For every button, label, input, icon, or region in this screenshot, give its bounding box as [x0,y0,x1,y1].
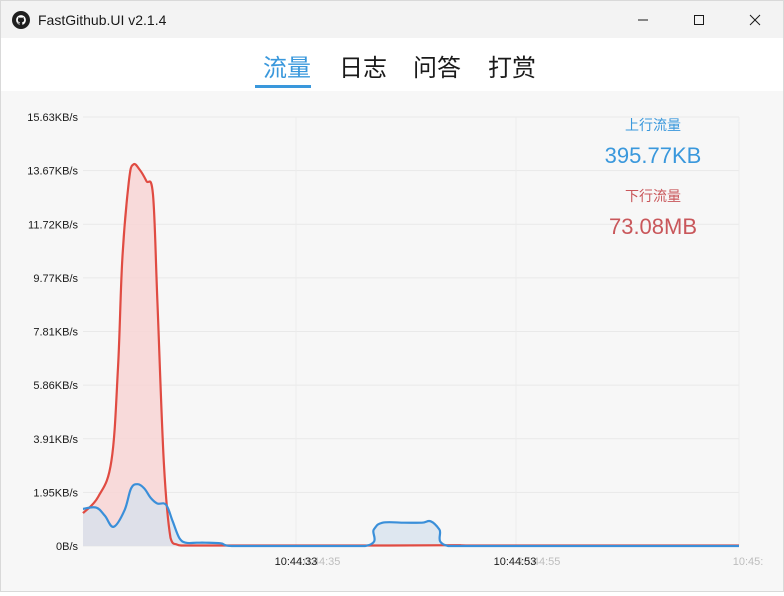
window-title: FastGithub.UI v2.1.4 [38,11,167,28]
y-tick-label: 15.63KB/s [27,112,78,124]
minimize-icon [638,19,648,20]
github-logo-icon [12,10,30,29]
close-icon [749,14,761,25]
x-tick-label-faint: 10:45: [733,556,764,568]
y-tick-label: 11.72KB/s [28,219,78,231]
upload-traffic-value: 395.77KB [605,143,702,168]
y-tick-label: 3.91KB/s [33,434,78,446]
x-tick-label: 10:44:53 [494,556,537,568]
y-tick-label: 9.77KB/s [33,273,78,285]
minimize-button[interactable] [615,1,671,38]
download-traffic-value: 73.08MB [609,214,697,239]
y-tick-label: 7.81KB/s [33,327,78,339]
tab-faq[interactable]: 问答 [413,48,461,83]
active-tab-indicator [255,85,311,88]
y-tick-label: 5.86KB/s [33,380,78,392]
y-tick-label: 13.67KB/s [27,166,78,178]
tab-logs[interactable]: 日志 [339,48,387,83]
series-area-1 [83,484,739,546]
tab-traffic[interactable]: 流量 [263,48,311,83]
app-window: FastGithub.UI v2.1.4 流量 日志 问答 打赏 15.63KB… [0,0,784,592]
window-controls [615,1,783,38]
close-button[interactable] [727,1,783,38]
maximize-button[interactable] [671,1,727,38]
traffic-chart: 15.63KB/s 13.67KB/s 11.72KB/s 9.77KB/s 7.81K… [27,112,764,568]
tab-bar: 流量 日志 问答 打赏 [1,38,783,91]
download-traffic-label: 下行流量 [625,189,681,205]
traffic-chart-panel: 15.63KB/s 13.67KB/s 11.72KB/s 9.77KB/s 7.81K… [1,91,783,591]
title-bar[interactable]: FastGithub.UI v2.1.4 [1,1,783,38]
tab-donate[interactable]: 打赏 [488,48,536,83]
upload-traffic-label: 上行流量 [625,118,681,134]
y-tick-label: 1.95KB/s [33,487,78,499]
x-tick-label: 10:44:33 [275,556,318,568]
y-tick-label: 0B/s [56,541,79,553]
maximize-icon [694,14,704,25]
